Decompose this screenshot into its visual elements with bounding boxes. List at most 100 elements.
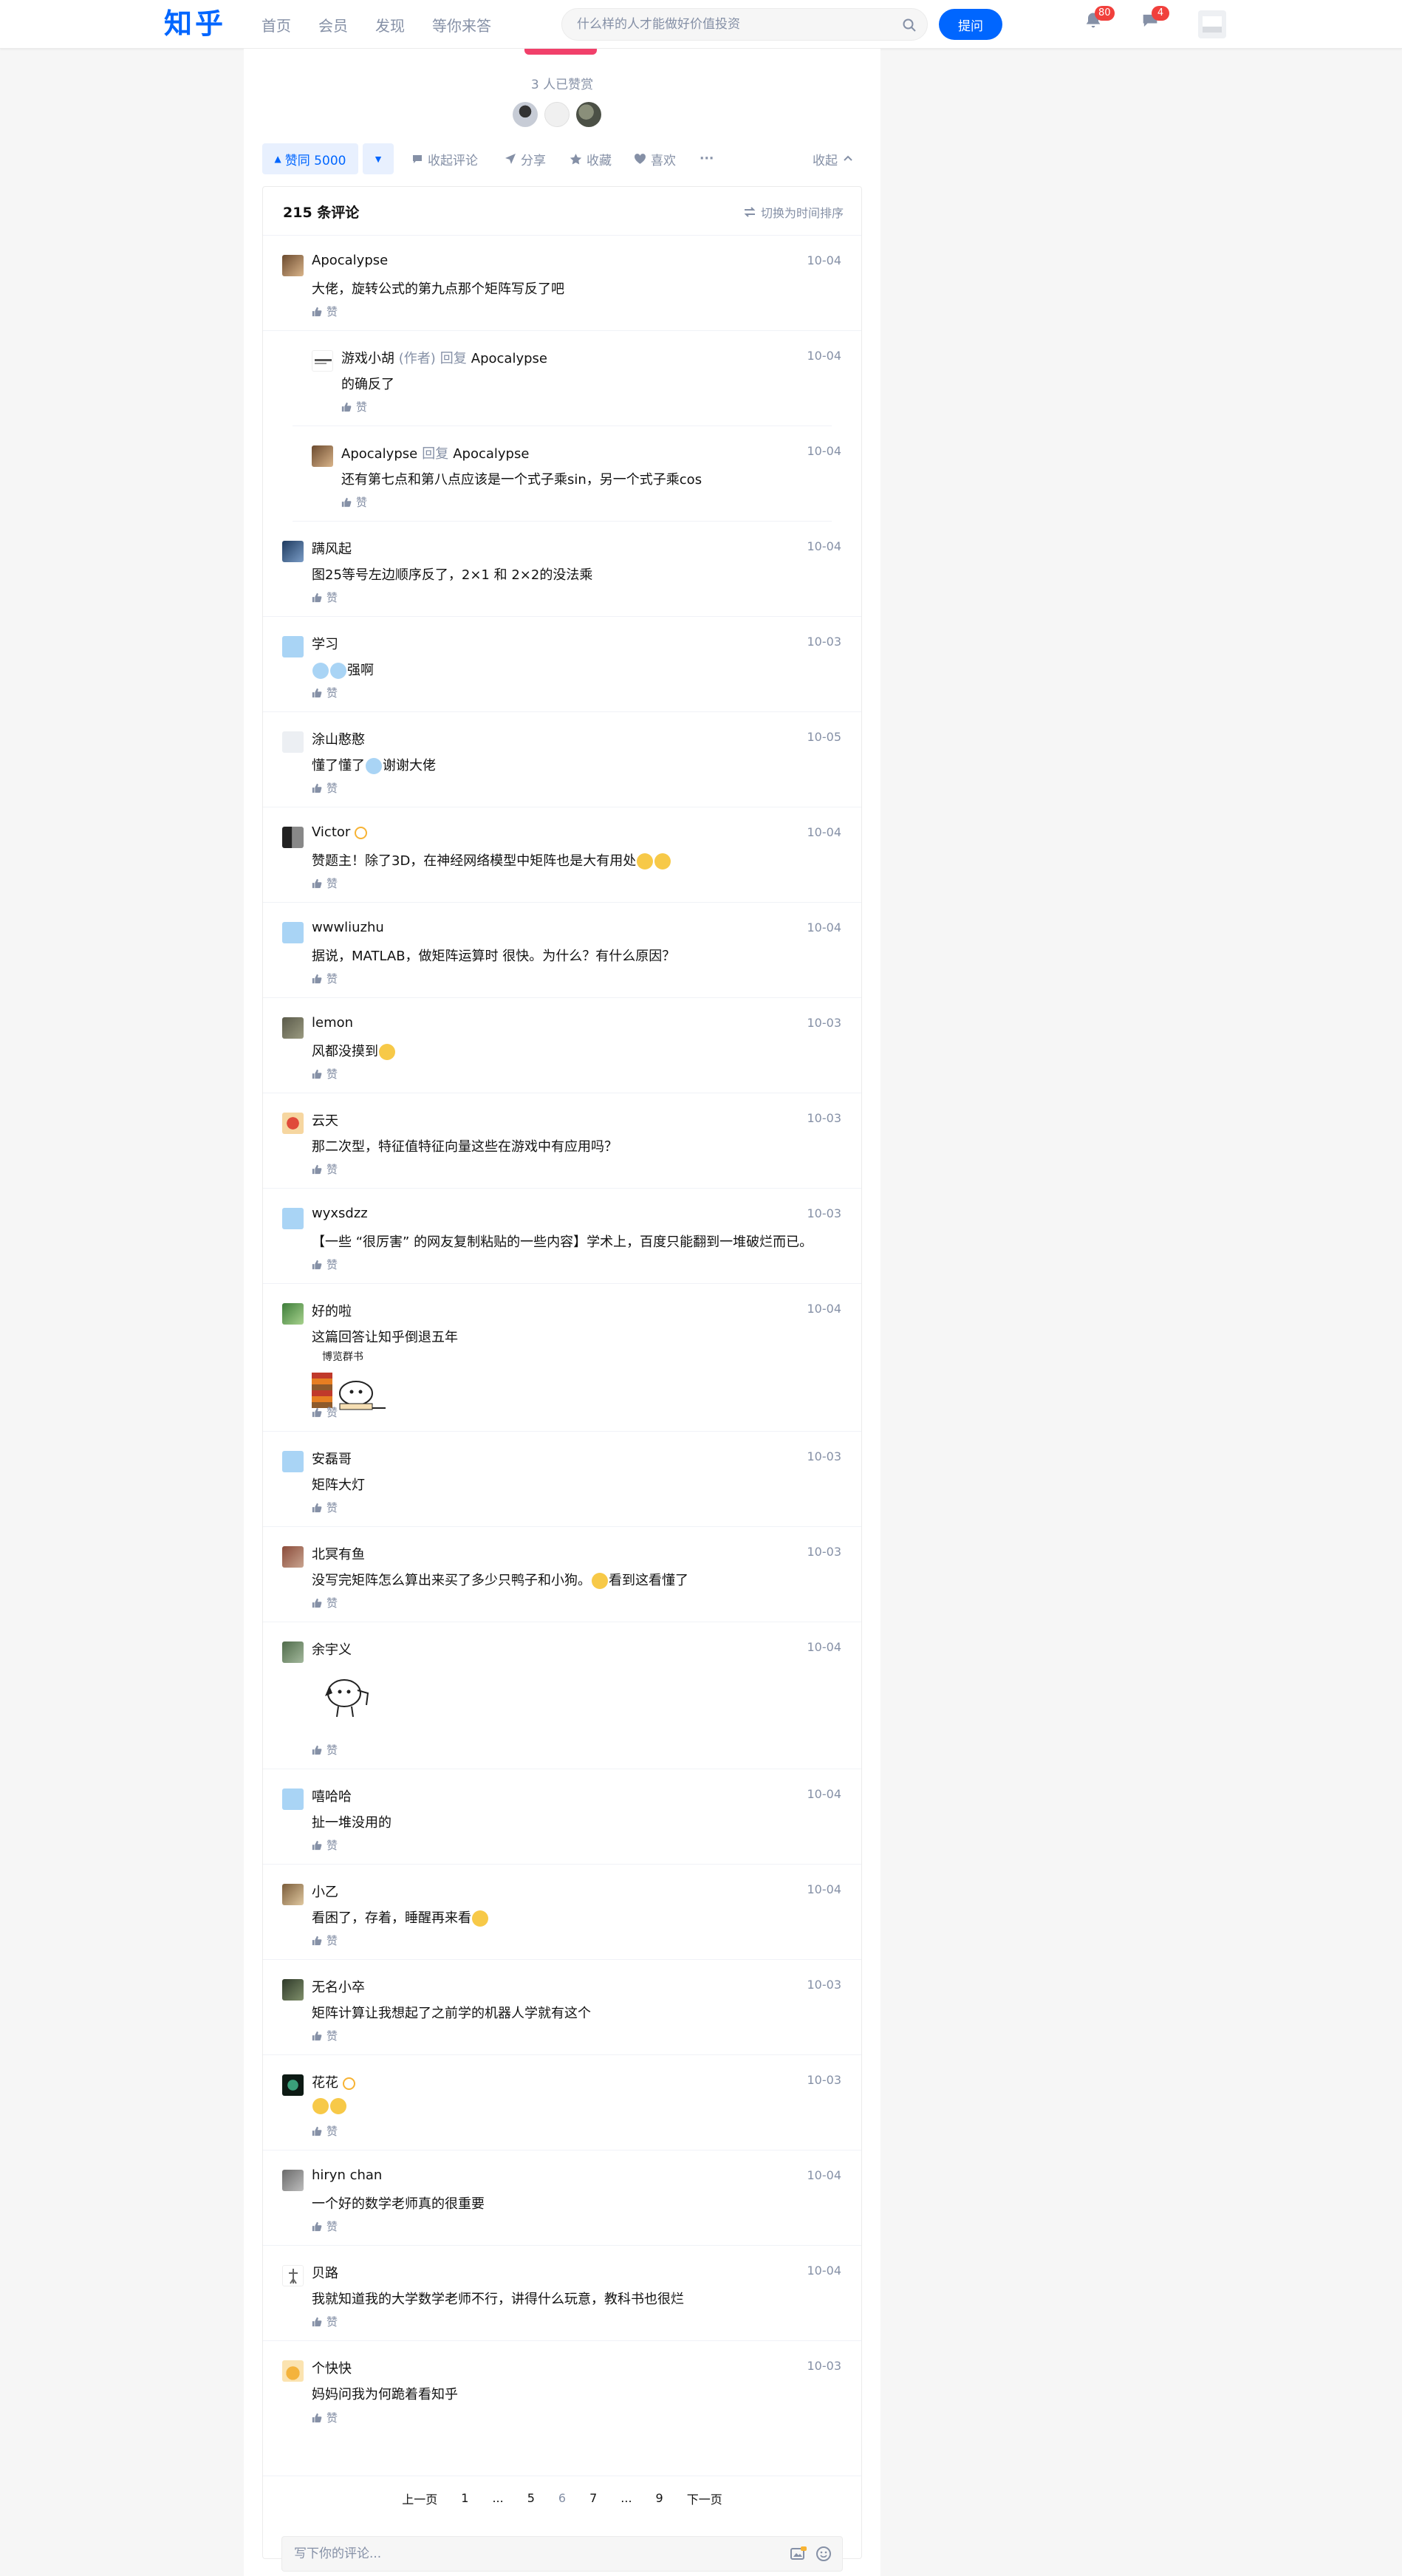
comment-like-button[interactable]: 赞 bbox=[312, 304, 338, 319]
comment-like-button[interactable]: 赞 bbox=[312, 2314, 338, 2329]
search-icon[interactable] bbox=[902, 18, 917, 33]
comment-input[interactable] bbox=[294, 2537, 767, 2571]
collapse-comments-button[interactable]: 收起评论 bbox=[411, 143, 478, 174]
comment-like-button[interactable]: 赞 bbox=[312, 1837, 338, 1853]
page-5-button[interactable]: 5 bbox=[527, 2491, 535, 2505]
rewarder-avatar[interactable] bbox=[544, 102, 570, 127]
commenter-name[interactable]: 安磊哥 bbox=[312, 1449, 352, 1468]
commenter-avatar[interactable] bbox=[282, 1641, 304, 1663]
prev-page-button[interactable]: 上一页 bbox=[402, 2490, 437, 2507]
commenter-name[interactable]: 涂山憨憨 bbox=[312, 729, 365, 748]
commenter-name[interactable]: 小乙 bbox=[312, 1882, 338, 1901]
commenter-avatar[interactable] bbox=[282, 2360, 304, 2382]
commenter-name[interactable]: 学习 bbox=[312, 634, 338, 653]
commenter-avatar[interactable] bbox=[282, 1017, 304, 1039]
comment-like-button[interactable]: 赞 bbox=[341, 494, 367, 510]
messages-button[interactable]: 4 bbox=[1140, 6, 1169, 34]
commenter-avatar[interactable] bbox=[282, 1303, 304, 1325]
commenter-name[interactable]: 好的啦 bbox=[312, 1301, 352, 1320]
comment-like-button[interactable]: 赞 bbox=[312, 1066, 338, 1082]
collapse-button[interactable]: 收起 bbox=[813, 143, 854, 174]
nav-waiting[interactable]: 等你来答 bbox=[432, 14, 491, 35]
user-avatar[interactable] bbox=[1198, 10, 1226, 38]
commenter-avatar[interactable] bbox=[282, 1788, 304, 1810]
vote-up-button[interactable]: ▲ 赞同 5000 bbox=[262, 143, 358, 174]
commenter-avatar[interactable] bbox=[312, 350, 333, 372]
commenter-name[interactable]: lemon bbox=[312, 1015, 353, 1031]
sort-toggle[interactable]: 切换为时间排序 bbox=[743, 203, 844, 221]
reward-button-edge[interactable] bbox=[524, 49, 597, 55]
commenter-name[interactable]: 无名小卒 bbox=[312, 1977, 365, 1996]
commenter-avatar[interactable] bbox=[282, 541, 304, 562]
commenter-name[interactable]: wyxsdzz bbox=[312, 1206, 368, 1221]
commenter-avatar[interactable] bbox=[282, 922, 304, 943]
commenter-name[interactable]: 嘻哈哈 bbox=[312, 1786, 352, 1805]
reply-target-name[interactable]: Apocalypse bbox=[471, 351, 547, 366]
notification-button[interactable]: 80 bbox=[1083, 6, 1115, 34]
rewarder-avatar[interactable] bbox=[513, 102, 538, 127]
comment-like-button[interactable]: 赞 bbox=[312, 685, 338, 700]
share-button[interactable]: 分享 bbox=[505, 143, 546, 174]
reply-author-name[interactable]: Apocalypse bbox=[341, 446, 417, 462]
comment-like-button[interactable]: 赞 bbox=[312, 971, 338, 986]
emoji-icon[interactable] bbox=[815, 2546, 832, 2562]
rewarder-avatar[interactable] bbox=[576, 102, 601, 127]
like-button[interactable]: 喜欢 bbox=[634, 143, 676, 174]
commenter-avatar[interactable] bbox=[282, 255, 304, 276]
comment-like-button[interactable]: 赞 bbox=[312, 1595, 338, 1610]
commenter-name[interactable]: hiryn chan bbox=[312, 2167, 382, 2183]
comment-like-button[interactable]: 赞 bbox=[312, 875, 338, 891]
commenter-avatar[interactable] bbox=[312, 445, 333, 467]
comment-like-button[interactable]: 赞 bbox=[312, 1933, 338, 1948]
commenter-avatar[interactable] bbox=[282, 827, 304, 848]
commenter-name[interactable]: 云天 bbox=[312, 1110, 338, 1130]
commenter-name-text[interactable]: Victor bbox=[312, 824, 350, 840]
commenter-avatar[interactable] bbox=[282, 1546, 304, 1568]
vote-down-button[interactable]: ▼ bbox=[363, 143, 394, 174]
commenter-avatar[interactable] bbox=[282, 1208, 304, 1229]
commenter-name[interactable]: 个快快 bbox=[312, 2358, 352, 2377]
commenter-avatar[interactable] bbox=[282, 636, 304, 657]
commenter-name[interactable]: 贝路 bbox=[312, 2263, 338, 2282]
image-upload-icon[interactable] bbox=[790, 2546, 807, 2561]
comment-like-button[interactable]: 赞 bbox=[312, 1404, 338, 1420]
commenter-name-text[interactable]: 花花 bbox=[312, 2075, 338, 2091]
reply-author-name[interactable]: 游戏小胡 bbox=[341, 351, 394, 366]
comment-like-button[interactable]: 赞 bbox=[312, 2123, 338, 2139]
comment-like-button[interactable]: 赞 bbox=[312, 780, 338, 796]
commenter-avatar[interactable] bbox=[282, 1451, 304, 1472]
comment-like-button[interactable]: 赞 bbox=[312, 1257, 338, 1272]
commenter-name[interactable]: wwwliuzhu bbox=[312, 920, 384, 935]
page-9-button[interactable]: 9 bbox=[656, 2491, 663, 2505]
page-1-button[interactable]: 1 bbox=[461, 2491, 468, 2505]
more-button[interactable]: ··· bbox=[700, 143, 714, 174]
search-input[interactable] bbox=[577, 9, 887, 40]
commenter-name[interactable]: 北冥有鱼 bbox=[312, 1544, 365, 1563]
commenter-avatar[interactable] bbox=[282, 731, 304, 753]
nav-vip[interactable]: 会员 bbox=[318, 14, 348, 35]
nav-home[interactable]: 首页 bbox=[261, 14, 291, 35]
favorite-button[interactable]: 收藏 bbox=[570, 143, 612, 174]
commenter-avatar[interactable] bbox=[282, 2265, 304, 2286]
comment-like-button[interactable]: 赞 bbox=[312, 2218, 338, 2234]
comment-like-button[interactable]: 赞 bbox=[312, 1500, 338, 1515]
comment-like-button[interactable]: 赞 bbox=[312, 1161, 338, 1177]
comment-like-button[interactable]: 赞 bbox=[312, 2028, 338, 2043]
commenter-avatar[interactable] bbox=[282, 1884, 304, 1905]
commenter-avatar[interactable] bbox=[282, 2074, 304, 2096]
ask-button[interactable]: 提问 bbox=[939, 9, 1002, 40]
next-page-button[interactable]: 下一页 bbox=[687, 2490, 722, 2507]
comment-like-button[interactable]: 赞 bbox=[312, 590, 338, 605]
commenter-avatar[interactable] bbox=[282, 2170, 304, 2191]
commenter-avatar[interactable] bbox=[282, 1979, 304, 2001]
nav-discover[interactable]: 发现 bbox=[375, 14, 405, 35]
commenter-avatar[interactable] bbox=[282, 1113, 304, 1134]
comment-like-button[interactable]: 赞 bbox=[341, 399, 367, 414]
commenter-name[interactable]: 余宇义 bbox=[312, 1639, 352, 1658]
reply-target-name[interactable]: Apocalypse bbox=[453, 446, 529, 462]
commenter-name[interactable]: Apocalypse bbox=[312, 253, 388, 268]
comment-like-button[interactable]: 赞 bbox=[312, 1742, 338, 1757]
zhihu-logo[interactable]: 知乎 bbox=[164, 4, 226, 43]
page-7-button[interactable]: 7 bbox=[589, 2491, 597, 2505]
commenter-name[interactable]: 蹒风起 bbox=[312, 539, 352, 558]
